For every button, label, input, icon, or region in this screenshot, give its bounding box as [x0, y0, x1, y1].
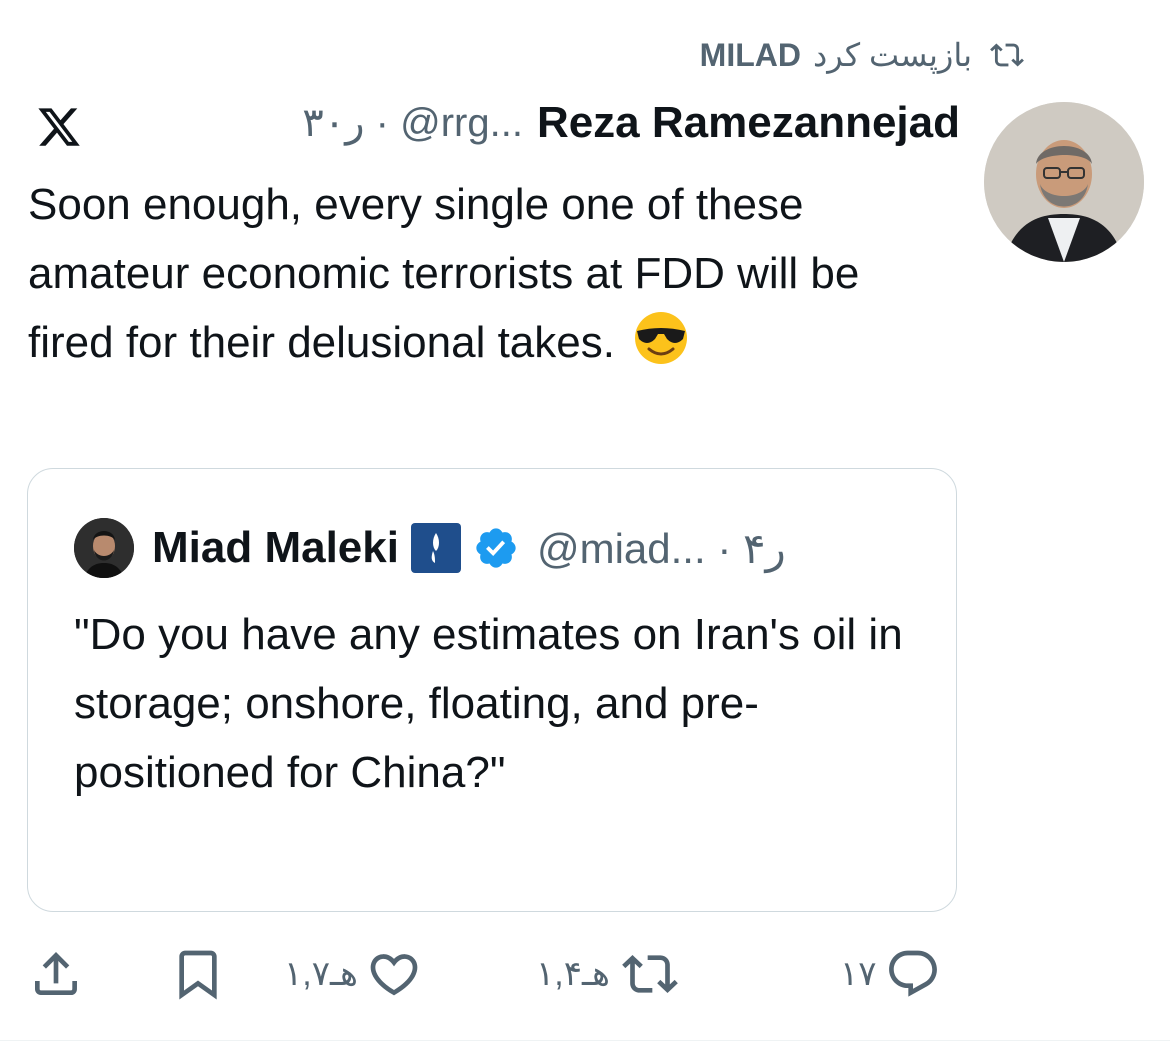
repost-label: بازپست کرد [812, 37, 972, 73]
author-handle-time[interactable]: ر۳۰ · @rrg... [302, 100, 523, 146]
divider [0, 1040, 1170, 1041]
reply-count: ۱۷ [840, 955, 877, 993]
bookmark-button[interactable] [170, 946, 226, 1002]
verified-badge-icon[interactable] [473, 525, 519, 571]
repost-button[interactable]: ۱,۴هـ [536, 946, 682, 1002]
like-count: ۱,۷هـ [284, 955, 358, 993]
author-name[interactable]: Reza Ramezannejad [537, 98, 960, 148]
tweet-text-content: Soon enough, every single one of these a… [28, 180, 860, 367]
tweet-action-bar: ۱۷ ۱,۴هـ ۱,۷هـ [0, 940, 1170, 1010]
reply-button[interactable]: ۱۷ [840, 946, 941, 1002]
x-logo-icon[interactable] [34, 104, 84, 150]
repost-action-icon [622, 955, 678, 993]
tweet-text: Soon enough, every single one of these a… [28, 170, 948, 377]
repost-icon [990, 43, 1024, 67]
like-button[interactable]: ۱,۷هـ [284, 946, 422, 1002]
quoted-handle-time[interactable]: @miad... · ر۴ [537, 524, 786, 573]
reply-icon [888, 950, 937, 997]
quoted-tweet-text: "Do you have any estimates on Iran's oil… [74, 610, 903, 797]
bookmark-icon [179, 950, 217, 1000]
quoted-author-avatar[interactable] [74, 518, 134, 578]
share-button[interactable] [28, 946, 84, 1002]
repost-count: ۱,۴هـ [536, 955, 610, 993]
heart-icon [370, 954, 418, 996]
organization-badge-icon[interactable] [409, 521, 463, 575]
avatar[interactable] [984, 102, 1144, 262]
tweet-header: ر۳۰ · @rrg... Reza Ramezannejad [190, 98, 960, 148]
smiling-face-with-sunglasses-icon [635, 312, 688, 364]
quoted-tweet-header: Miad Maleki @miad... · ر۴ [74, 518, 786, 578]
repost-indicator[interactable]: MILAD بازپست کرد [700, 36, 1030, 74]
quoted-author-name[interactable]: Miad Maleki [152, 523, 399, 573]
repost-user: MILAD [699, 36, 801, 73]
share-icon [35, 952, 77, 995]
